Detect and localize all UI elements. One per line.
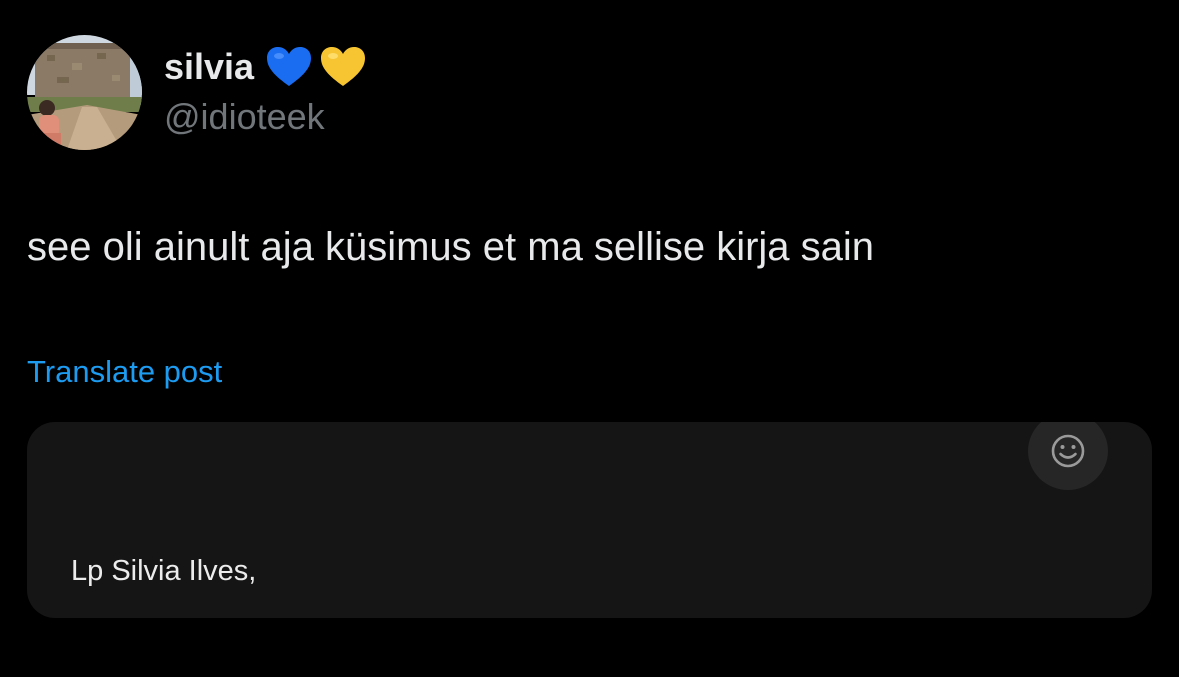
avatar[interactable] [27,35,142,150]
display-name-row[interactable]: silvia [164,44,366,90]
smiley-face-icon [1051,434,1085,468]
user-handle[interactable]: @idioteek [164,95,325,139]
letter-salutation: Lp Silvia Ilves, [71,555,257,587]
post-text: see oli ainult aja küsimus et ma sellise… [27,225,875,269]
translate-post-link[interactable]: Translate post [27,352,222,392]
reaction-button[interactable] [1028,422,1108,490]
attached-image[interactable]: Lp Silvia Ilves, [27,422,1152,618]
yellow-heart-icon [320,46,366,88]
blue-heart-icon [266,46,312,88]
profile-photo [27,35,142,150]
display-name[interactable]: silvia [164,44,254,90]
